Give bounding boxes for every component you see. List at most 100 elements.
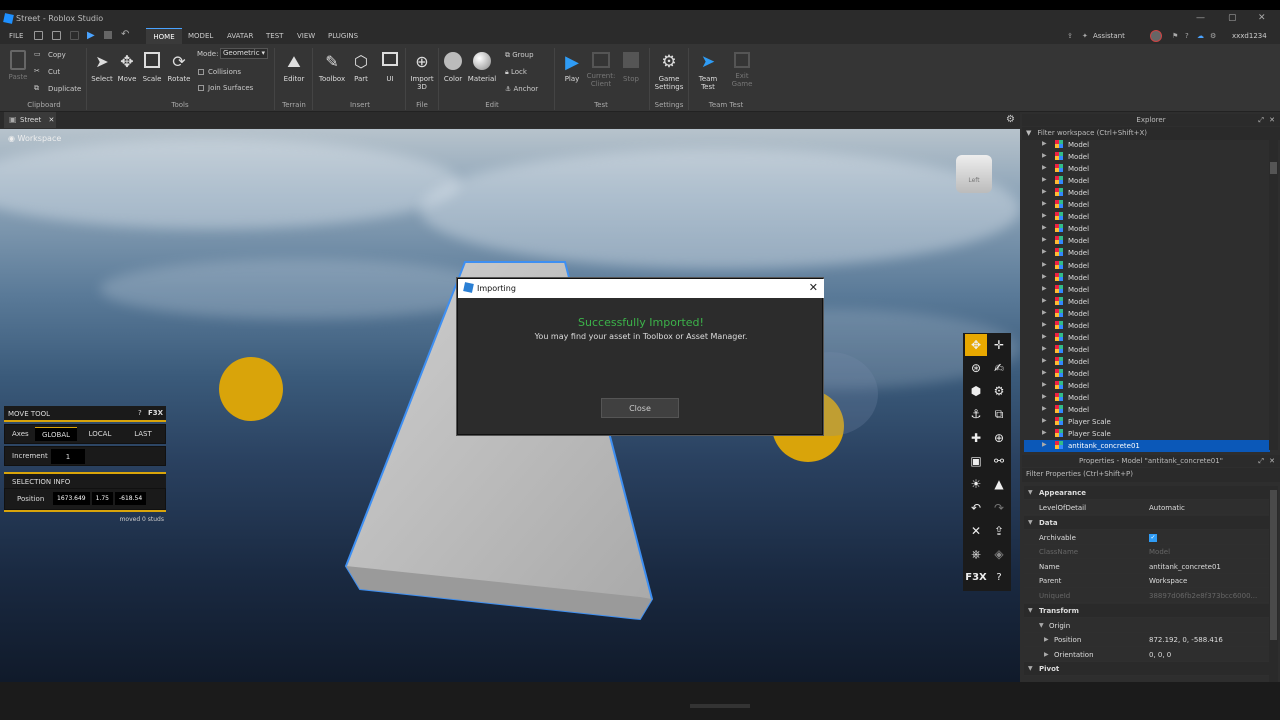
expand-arrow-icon[interactable]: ▶ [1042, 369, 1047, 376]
expand-arrow-icon[interactable]: ▶ [1042, 140, 1047, 147]
explorer-item[interactable]: ▶ Model [1024, 187, 1270, 199]
stop-quick-icon[interactable] [104, 31, 112, 39]
explorer-item[interactable]: ▶ Model [1024, 344, 1270, 356]
material-tool-icon[interactable]: ⚙ [988, 380, 1010, 402]
clone-icon[interactable]: ⎈ [965, 543, 987, 565]
help-icon[interactable]: ? [138, 409, 142, 417]
dialog-close-icon[interactable]: ✕ [809, 281, 818, 294]
lock-button[interactable]: 🔒︎ Lock [505, 68, 527, 77]
horizontal-scroll-thumb[interactable] [690, 704, 750, 708]
weld-tool-icon[interactable]: ⚯ [988, 450, 1010, 472]
property-row[interactable]: UniqueId 38897d06fb2e8f373bcc6000... [1024, 589, 1270, 603]
redo-icon[interactable]: ↷ [988, 497, 1010, 519]
property-row[interactable]: ▼ Origin [1024, 619, 1270, 633]
explorer-item[interactable]: ▶ Model [1024, 368, 1270, 380]
property-row[interactable]: ▶ Orientation 0, 0, 0 [1024, 648, 1270, 662]
expand-arrow-icon[interactable]: ▶ [1042, 417, 1047, 424]
explorer-item[interactable]: ▶ Player Scale [1024, 428, 1270, 440]
expand-arrow-icon[interactable]: ▶ [1042, 188, 1047, 195]
expand-arrow-icon[interactable]: ▶ [1042, 164, 1047, 171]
move-tool-icon[interactable]: ✥ [965, 334, 987, 356]
explorer-item[interactable]: ▶ Model [1024, 175, 1270, 187]
expand-arrow-icon[interactable]: ▼ [1028, 519, 1033, 526]
expand-arrow-icon[interactable]: ▶ [1042, 176, 1047, 183]
property-row[interactable]: ▶ Position 872.192, 0, -588.416 [1024, 633, 1270, 648]
property-category[interactable]: ▼ Pivot [1024, 662, 1270, 677]
color-button[interactable]: Color [441, 52, 465, 83]
game-settings-button[interactable]: ⚙ Game Settings [652, 52, 686, 91]
explorer-scroll-thumb[interactable] [1270, 162, 1277, 174]
property-row[interactable]: LevelOfDetail Automatic [1024, 501, 1270, 515]
property-value[interactable]: antitank_concrete01 [1149, 563, 1221, 571]
expand-arrow-icon[interactable]: ▶ [1044, 636, 1049, 643]
undock-icon[interactable]: ⤢ [1258, 457, 1264, 466]
expand-arrow-icon[interactable]: ▶ [1042, 345, 1047, 352]
expand-arrow-icon[interactable]: ▼ [1028, 607, 1033, 614]
play-button[interactable]: ▶ Play [560, 52, 584, 83]
duplicate-button[interactable]: Duplicate [48, 85, 81, 93]
settings-icon[interactable]: ⚙ [1210, 32, 1216, 40]
explorer-item[interactable]: ▶ Model [1024, 272, 1270, 284]
ui-button[interactable]: UI [379, 52, 401, 83]
assistant-button[interactable]: Assistant [1093, 32, 1125, 40]
copy-button[interactable]: Copy [48, 51, 66, 59]
stop-button[interactable]: Stop [620, 52, 642, 83]
explorer-item[interactable]: ▶ Model [1024, 235, 1270, 247]
collisions-checkbox[interactable]: Collisions [198, 68, 241, 76]
explorer-item[interactable]: ▶ Model [1024, 284, 1270, 296]
paint-tool-icon[interactable]: ✍ [988, 357, 1010, 379]
close-panel-icon[interactable]: ✕ [1269, 457, 1275, 465]
explorer-item[interactable]: ▶ Model [1024, 308, 1270, 320]
tab-plugins[interactable]: PLUGINS [328, 32, 358, 40]
explorer-item[interactable]: ▶ Model [1024, 247, 1270, 259]
explorer-item[interactable]: ▶ Model [1024, 260, 1270, 272]
viewport-settings-icon[interactable]: ⚙ [1006, 114, 1015, 125]
expand-arrow-icon[interactable]: ▶ [1042, 441, 1047, 448]
delete-icon[interactable]: ✕ [965, 520, 987, 542]
assistant-icon[interactable]: ✦ [1082, 32, 1088, 40]
texture-tool-icon[interactable]: ▣ [965, 450, 987, 472]
mode-dropdown[interactable]: Geometric ▾ [220, 48, 268, 59]
expand-arrow-icon[interactable]: ▶ [1042, 273, 1047, 280]
close-window-button[interactable]: ✕ [1258, 13, 1266, 23]
expand-arrow-icon[interactable]: ▼ [1028, 665, 1033, 672]
copy-icon[interactable]: ▭ [34, 50, 41, 58]
minimize-button[interactable]: — [1196, 13, 1205, 23]
axes-last-button[interactable]: LAST [123, 427, 163, 441]
expand-arrow-icon[interactable]: ▶ [1042, 261, 1047, 268]
position-z[interactable]: -618.54 [115, 492, 147, 505]
lighting-tool-icon[interactable]: ☀ [965, 473, 987, 495]
property-row[interactable]: Archivable ✓ [1024, 531, 1270, 545]
maximize-button[interactable]: ▢ [1228, 13, 1237, 23]
collision-tool-icon[interactable]: ⧉ [988, 403, 1010, 425]
increment-input[interactable]: 1 [51, 449, 85, 464]
notifications-icon[interactable]: ⚑ [1172, 32, 1178, 40]
close-tab-icon[interactable]: ✕ [49, 116, 55, 124]
redo-icon[interactable] [70, 31, 79, 40]
avatar[interactable] [1150, 30, 1162, 42]
group-icon[interactable]: ◈ [988, 543, 1010, 565]
surface-tool-icon[interactable]: ⬢ [965, 380, 987, 402]
property-category[interactable]: ▼ Data [1024, 515, 1270, 530]
current-client-button[interactable]: Current: Client [586, 52, 616, 88]
tab-test[interactable]: TEST [266, 32, 283, 40]
axes-global-button[interactable]: GLOBAL [35, 427, 77, 441]
explorer-scrollbar[interactable] [1269, 140, 1278, 450]
resize-tool-icon[interactable]: ✛ [988, 334, 1010, 356]
expand-arrow-icon[interactable]: ▶ [1042, 297, 1047, 304]
expand-arrow-icon[interactable]: ▼ [1039, 622, 1044, 629]
tab-view[interactable]: VIEW [297, 32, 315, 40]
view-cube[interactable]: Left [956, 155, 992, 193]
properties-filter-input[interactable]: Filter Properties (Ctrl+Shift+P) [1022, 468, 1280, 482]
decorate-tool-icon[interactable]: ▲ [988, 473, 1010, 495]
mesh-tool-icon[interactable]: ⊕ [988, 427, 1010, 449]
rotate-tool-icon[interactable]: ⊛ [965, 357, 987, 379]
toolbox-button[interactable]: ✎ Toolbox [316, 52, 348, 83]
expand-arrow-icon[interactable]: ▶ [1042, 309, 1047, 316]
position-y[interactable]: 1.75 [91, 492, 113, 505]
property-row[interactable]: Parent Workspace [1024, 574, 1270, 589]
expand-arrow-icon[interactable]: ▶ [1042, 152, 1047, 159]
expand-arrow-icon[interactable]: ▶ [1042, 357, 1047, 364]
property-value[interactable]: 872.192, 0, -588.416 [1149, 636, 1223, 644]
paste-button[interactable]: Paste [5, 50, 31, 81]
